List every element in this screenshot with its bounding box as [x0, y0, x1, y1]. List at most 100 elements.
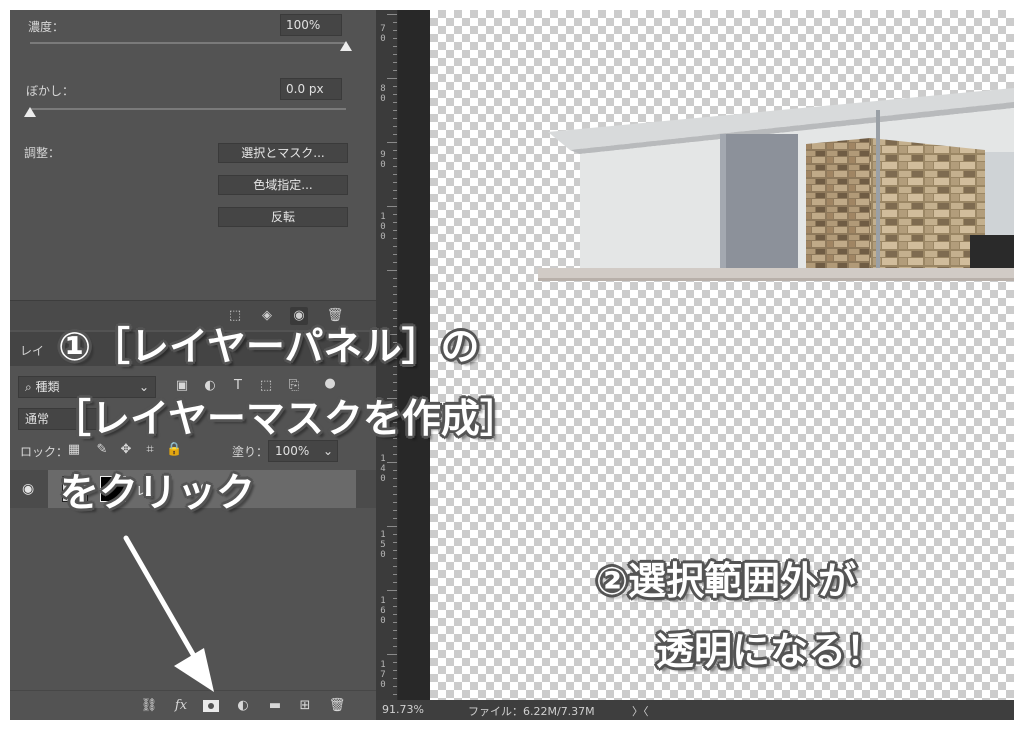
ruler-tick: [393, 454, 397, 455]
ruler-tick: [393, 118, 397, 119]
annotation-arrow: [123, 535, 214, 692]
ruler-tick: [393, 262, 397, 263]
trash-icon[interactable]: 🗑: [328, 698, 346, 714]
ruler-tick: [387, 526, 397, 527]
annotation-step2-line2: 透明になる！: [656, 629, 885, 673]
link-icon[interactable]: ⛓: [140, 698, 158, 714]
density-slider-track[interactable]: [30, 42, 346, 44]
ruler-tick: [393, 574, 397, 575]
ruler-tick: [393, 22, 397, 23]
lock-paint-icon[interactable]: ✎: [94, 442, 110, 457]
ruler-tick: [393, 94, 397, 95]
ruler-tick: [393, 278, 397, 279]
ruler-tick: [393, 294, 397, 295]
feather-input[interactable]: 0.0 px: [280, 78, 342, 100]
ruler-label: 90: [380, 150, 386, 170]
ruler-tick: [393, 286, 397, 287]
new-layer-icon[interactable]: ⊞: [296, 698, 314, 714]
ruler-tick: [393, 134, 397, 135]
ruler-tick: [393, 230, 397, 231]
lock-transparency-icon[interactable]: ▦: [66, 442, 82, 457]
ruler-tick: [393, 214, 397, 215]
ruler-tick: [393, 62, 397, 63]
ruler-tick: [393, 558, 397, 559]
folder-icon[interactable]: ▬: [266, 698, 284, 714]
fx-icon[interactable]: fx: [172, 698, 190, 714]
ruler-tick: [393, 158, 397, 159]
ruler-tick: [393, 166, 397, 167]
ruler-tick: [393, 542, 397, 543]
fill-value: 100%: [275, 444, 310, 458]
ruler-tick: [387, 590, 397, 591]
chevron-down-icon: ⌄: [322, 444, 333, 458]
fill-label: 塗り：: [232, 445, 269, 459]
ruler-tick: [393, 446, 397, 447]
ruler-tick: [393, 670, 397, 671]
density-input[interactable]: 100%: [280, 14, 342, 36]
adjustment-icon[interactable]: ◐: [234, 698, 252, 714]
ruler-tick: [393, 622, 397, 623]
layer-visibility-eye-icon[interactable]: ◉: [22, 481, 34, 497]
ruler-label: 170: [380, 660, 386, 690]
ruler-tick: [393, 222, 397, 223]
ruler-tick: [387, 206, 397, 207]
ruler-tick: [393, 630, 397, 631]
ruler-tick: [387, 14, 397, 15]
ruler-tick: [393, 198, 397, 199]
ruler-tick: [393, 598, 397, 599]
ruler-tick: [393, 126, 397, 127]
ruler-tick: [393, 582, 397, 583]
ruler-tick: [393, 550, 397, 551]
ruler-label: 140: [380, 454, 386, 484]
annotation-step1-line2: ［レイヤーマスクを作成］: [52, 397, 519, 442]
ruler-tick: [393, 310, 397, 311]
ruler-tick: [393, 502, 397, 503]
ruler-tick: [393, 254, 397, 255]
ruler-tick: [393, 86, 397, 87]
density-slider-thumb[interactable]: [340, 41, 352, 51]
status-bar: 91.73% ファイル：6.22M/7.37M 〉〈: [376, 700, 1014, 720]
ruler-tick: [393, 646, 397, 647]
ruler-tick: [393, 102, 397, 103]
feather-slider-thumb[interactable]: [24, 107, 36, 117]
ruler-label: 100: [380, 212, 386, 242]
lock-all-icon[interactable]: 🔒: [166, 442, 182, 457]
ruler-label: 160: [380, 596, 386, 626]
ruler-tick: [393, 150, 397, 151]
ruler-tick: [393, 374, 397, 375]
ruler-tick: [387, 270, 397, 271]
search-icon: ⌕: [25, 380, 36, 394]
annotation-step1-line3: をクリック: [60, 471, 256, 516]
ruler-tick: [393, 678, 397, 679]
ruler-tick: [393, 662, 397, 663]
ruler-tick: [393, 382, 397, 383]
ruler-tick: [393, 38, 397, 39]
refine-label: 調整：: [24, 146, 61, 160]
ruler-tick: [393, 30, 397, 31]
lock-artboard-icon[interactable]: ⌗: [142, 442, 158, 457]
ruler-tick: [393, 494, 397, 495]
ruler-tick: [393, 470, 397, 471]
ruler-tick: [393, 606, 397, 607]
ruler-tick: [393, 638, 397, 639]
annotation-step1-line1: ①［レイヤーパネル］の: [58, 325, 480, 370]
zoom-level[interactable]: 91.73%: [382, 703, 424, 716]
ruler-tick: [393, 110, 397, 111]
ruler-label: 80: [380, 84, 386, 104]
invert-button[interactable]: 反転: [218, 207, 348, 227]
layer-mask-icon[interactable]: [202, 698, 220, 714]
feather-slider-track[interactable]: [30, 108, 346, 110]
ruler-label: 70: [380, 24, 386, 44]
file-info[interactable]: ファイル：6.22M/7.37M: [468, 703, 595, 719]
ruler-tick: [393, 614, 397, 615]
ruler-tick: [393, 518, 397, 519]
tab-layers[interactable]: レイ: [20, 342, 44, 359]
lock-move-icon[interactable]: ✥: [118, 442, 134, 457]
color-range-button[interactable]: 色域指定...: [218, 175, 348, 195]
status-nav-arrows[interactable]: 〉〈: [632, 703, 649, 719]
select-and-mask-button[interactable]: 選択とマスク...: [218, 143, 348, 163]
ruler-label: 150: [380, 530, 386, 560]
ruler-tick: [393, 534, 397, 535]
density-label: 濃度：: [28, 20, 65, 34]
ruler-tick: [387, 462, 397, 463]
